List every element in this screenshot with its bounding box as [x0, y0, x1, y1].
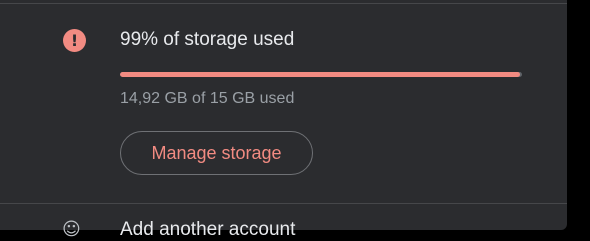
- add-person-icon[interactable]: ☺: [62, 221, 81, 239]
- top-divider: [0, 3, 567, 4]
- storage-progress-fill: [120, 72, 520, 77]
- section-divider: [0, 203, 567, 204]
- storage-usage-text: 14,92 GB of 15 GB used: [120, 90, 295, 107]
- manage-storage-button[interactable]: Manage storage: [120, 131, 313, 175]
- account-storage-panel: ! 99% of storage used 14,92 GB of 15 GB …: [0, 0, 567, 240]
- storage-progress-bar: [120, 72, 522, 77]
- alert-icon: !: [63, 29, 86, 52]
- storage-warning-title: 99% of storage used: [120, 29, 295, 50]
- add-account-label[interactable]: Add another account: [120, 219, 295, 241]
